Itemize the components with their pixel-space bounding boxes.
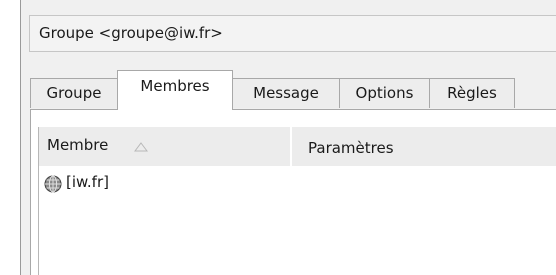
tab-groupe[interactable]: Groupe [30, 78, 118, 108]
group-properties-window: Groupe <groupe@iw.fr> Groupe Membres Mes… [20, 0, 556, 275]
globe-icon [44, 175, 62, 193]
members-list: Membre Paramètres [iw.fr] [38, 127, 556, 275]
list-header: Membre Paramètres [39, 127, 556, 166]
tab-membres[interactable]: Membres [117, 70, 233, 110]
column-header-membre[interactable]: Membre [39, 127, 292, 166]
member-name: [iw.fr] [66, 173, 109, 191]
sort-ascending-icon [134, 142, 148, 152]
tab-message[interactable]: Message [232, 78, 340, 108]
tab-options[interactable]: Options [339, 78, 430, 108]
column-header-parametres[interactable]: Paramètres [292, 127, 556, 166]
group-title-field: Groupe <groupe@iw.fr> [29, 15, 556, 52]
list-item[interactable]: [iw.fr] [39, 172, 292, 196]
tab-regles[interactable]: Règles [429, 78, 515, 108]
tab-divider [30, 109, 556, 110]
tab-bar: Groupe Membres Message Options Règles [30, 68, 556, 113]
members-panel: Membre Paramètres [iw.fr] [30, 110, 556, 275]
column-header-membre-label: Membre [47, 136, 109, 154]
